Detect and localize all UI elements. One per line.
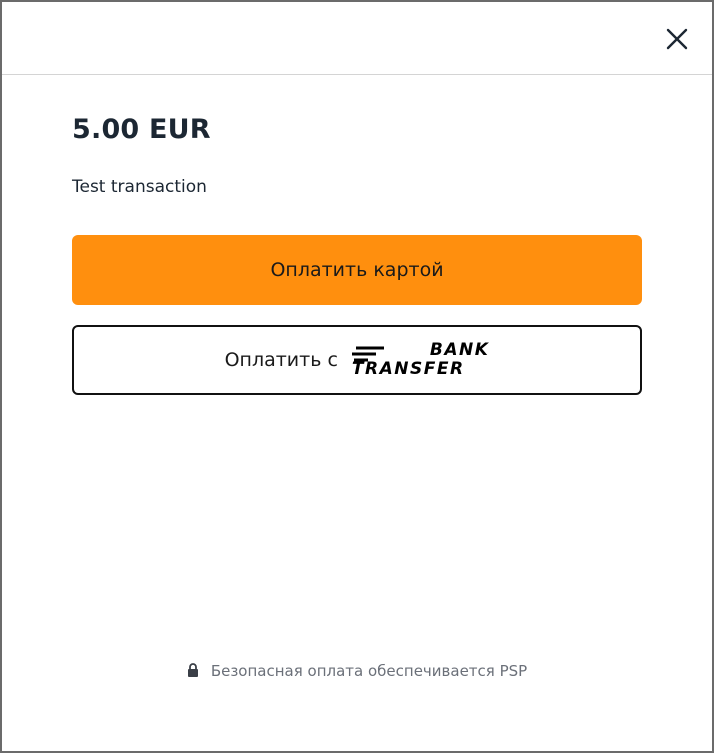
bank-logo-line1: BANK	[429, 340, 490, 360]
payment-modal: 5.00 EUR Test transaction Оплатить карто…	[0, 0, 714, 753]
secure-payment-footer: Безопасная оплата обеспечивается PSP	[2, 662, 712, 680]
pay-by-bank-transfer-button[interactable]: Оплатить с BANK TRANSFER	[72, 325, 642, 395]
bank-logo-line2: TRANSFER	[351, 359, 465, 379]
pay-by-card-button[interactable]: Оплатить картой	[72, 235, 642, 305]
pay-by-bank-label: Оплатить с	[224, 349, 338, 371]
payment-description: Test transaction	[72, 177, 207, 197]
close-icon	[666, 28, 688, 50]
modal-header	[2, 2, 712, 75]
close-button[interactable]	[662, 24, 692, 54]
payment-amount: 5.00 EUR	[72, 114, 211, 145]
secure-payment-text: Безопасная оплата обеспечивается PSP	[210, 662, 528, 680]
pay-by-card-label: Оплатить картой	[270, 259, 444, 281]
lock-icon	[187, 663, 198, 677]
bank-transfer-logo: BANK TRANSFER	[350, 341, 490, 379]
